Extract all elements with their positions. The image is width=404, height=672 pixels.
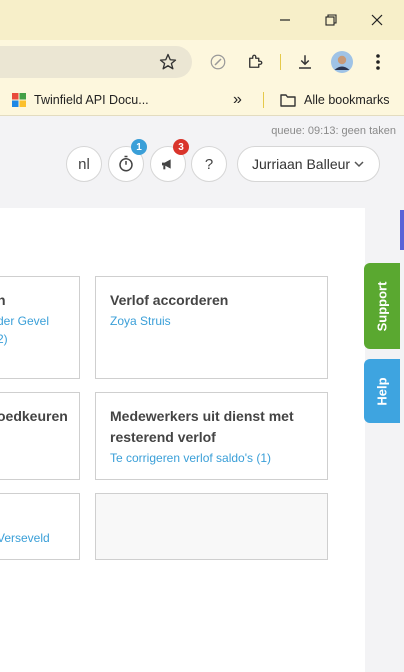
kebab-menu-icon [376, 54, 380, 70]
close-icon [371, 14, 383, 26]
toolbar-separator [280, 54, 281, 70]
card-title: n [0, 292, 6, 308]
restore-icon [325, 14, 337, 26]
card-title: Verlof accorderen [110, 292, 229, 308]
card-title-line-1: Medewerkers uit dienst met [110, 408, 294, 424]
language-button[interactable]: nl [66, 146, 102, 182]
bookmarks-bar: Twinfield API Docu... » Alle bookmarks [0, 84, 404, 116]
all-bookmarks-label: Alle bookmarks [304, 93, 390, 107]
card-link[interactable]: Te corrigeren verlof saldo's (1) [110, 451, 271, 465]
help-tab[interactable]: Help [364, 359, 400, 423]
megaphone-icon [162, 159, 171, 170]
card-title-line-2: resterend verlof [110, 429, 216, 445]
card-medewerkers-uit-dienst[interactable]: Medewerkers uit dienst met resterend ver… [95, 392, 328, 480]
scroll-indicator [400, 210, 404, 250]
star-icon [159, 53, 177, 70]
help-button[interactable]: ? [191, 146, 227, 182]
card-partial-1[interactable]: n der Gevel 2) [0, 276, 80, 379]
browser-toolbar [0, 40, 404, 84]
avatar [331, 51, 353, 73]
download-icon [299, 55, 311, 69]
timer-badge: 1 [131, 139, 147, 155]
card-link[interactable]: Verseveld [0, 531, 50, 545]
bookmarks-separator [263, 92, 264, 108]
bookmark-star-button[interactable] [156, 50, 180, 74]
bookmarks-overflow-button[interactable]: » [233, 84, 242, 116]
support-label: Support [374, 281, 390, 331]
queue-status: queue: 09:13: geen taken [271, 125, 396, 137]
downloads-button[interactable] [293, 50, 317, 74]
bookmark-label: Twinfield API Docu... [34, 93, 149, 107]
help-label: ? [204, 155, 214, 173]
minimize-button[interactable] [271, 8, 299, 32]
all-bookmarks-button[interactable]: Alle bookmarks [280, 84, 389, 116]
minimize-icon [280, 19, 290, 21]
extension-edit-button[interactable] [206, 50, 230, 74]
announcements-badge: 3 [173, 139, 189, 155]
browser-menu-button[interactable] [366, 50, 390, 74]
card-verlof-accorderen[interactable]: Verlof accorderen Zoya Struis [95, 276, 328, 379]
profile-avatar-button[interactable] [330, 50, 354, 74]
card-partial-5[interactable]: Verseveld [0, 493, 80, 560]
card-link[interactable]: 2) [0, 332, 8, 346]
close-window-button[interactable] [363, 8, 391, 32]
card-title: oedkeuren [0, 408, 68, 424]
card-empty [95, 493, 328, 560]
restore-button[interactable] [317, 8, 345, 32]
chevron-down-icon [354, 161, 364, 168]
help-tab-label: Help [374, 376, 390, 406]
announcements-button[interactable]: 3 [150, 139, 189, 182]
support-tab[interactable]: Support [364, 263, 400, 349]
language-label: nl [78, 155, 90, 173]
extensions-button[interactable] [243, 50, 267, 74]
card-partial-3[interactable]: oedkeuren [0, 392, 80, 480]
stopwatch-icon [119, 155, 133, 172]
user-name: Jurriaan Balleur [252, 156, 351, 172]
browser-title-bar [0, 0, 404, 40]
card-link[interactable]: der Gevel [0, 314, 49, 328]
timer-button[interactable]: 1 [108, 139, 147, 182]
app-area: queue: 09:13: geen taken nl 1 3 ? Jurria… [0, 117, 404, 672]
dashboard-panel: n der Gevel 2) Verlof accorderen Zoya St… [0, 208, 365, 672]
card-link[interactable]: Zoya Struis [110, 314, 171, 328]
pencil-circle-icon [210, 54, 226, 70]
chevron-double-right-icon: » [233, 91, 242, 108]
folder-icon [280, 94, 296, 107]
user-menu-button[interactable]: Jurriaan Balleur [237, 146, 380, 182]
favicon-icon [12, 93, 26, 107]
bookmark-twinfield[interactable]: Twinfield API Docu... [12, 84, 149, 116]
puzzle-icon [249, 54, 263, 68]
